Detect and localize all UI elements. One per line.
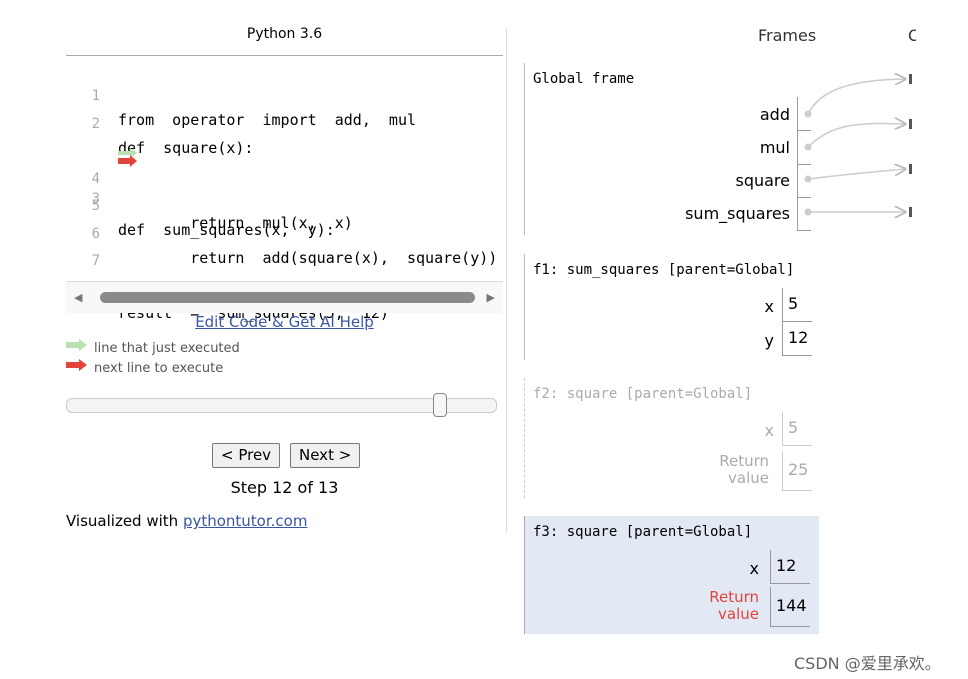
pythontutor-link[interactable]: pythontutor.com [183,512,308,530]
frame-title: f2: square [parent=Global] [533,386,753,402]
global-frame: Global frame add mul square sum_squares [524,63,814,235]
scrollbar-thumb[interactable] [100,292,475,303]
visualized-prefix: Visualized with [66,512,183,530]
code-line: 4 [66,143,102,187]
language-title: Python 3.6 [246,26,323,42]
var-pointer-box [797,97,811,131]
var-name: mul [759,138,790,157]
prev-button[interactable]: < Prev [212,443,281,468]
frame-f1: f1: sum_squares [parent=Global] x 5 y 12 [524,254,814,360]
watermark: CSDN @爱里承欢。 [794,654,941,673]
executed-arrow-icon [66,339,87,351]
objects-header: Objects [908,26,916,45]
return-label-line: Return [709,588,759,606]
code-top-border [66,55,503,56]
var-pointer-box [797,131,811,165]
code-line: 8 result = sum_squares(5, 12) [66,253,389,322]
return-label-line: Return [719,452,769,470]
return-label: Return value [705,453,769,487]
return-value: 25 [782,451,812,491]
scroll-right-icon[interactable]: ▶ [487,291,495,304]
var-name: add [759,105,790,124]
pointer-arrow-square [807,169,905,180]
code-line: 1 from operator import add, mul [66,60,416,129]
frame-title: f1: sum_squares [parent=Global] [533,262,795,278]
scroll-left-icon[interactable]: ◀ [74,291,82,304]
var-value: 12 [770,550,810,584]
code-listing: 1 from operator import add, mul 2 def sq… [66,58,503,322]
code-line-current: 3 return mul(x, x) [66,115,503,232]
object-stub [909,207,912,217]
code-line: 2 def square(x): [66,88,254,157]
line-text: def square(x): [118,139,254,157]
pane-divider [506,28,507,533]
pointer-arrow-mul [807,123,905,148]
legend-executed-label: line that just executed [94,341,240,356]
horizontal-scrollbar[interactable]: ◀ ▶ [66,281,503,313]
return-label-line: value [718,605,759,623]
frame-title: Global frame [533,71,635,87]
code-line: 6 return add(square(x), square(y)) [66,198,498,267]
object-stub [909,119,912,129]
visualized-with: Visualized with pythontutor.com [66,512,307,530]
var-name: sum_squares [685,204,790,223]
var-value: 5 [782,288,812,322]
step-counter: Step 12 of 13 [230,478,339,497]
var-pointer-box [797,197,811,231]
line-text: return add(square(x), square(y)) [118,249,498,267]
edit-code-link[interactable]: Edit Code & Get AI Help [66,313,503,331]
var-name: x [764,421,774,440]
frame-f3: f3: square [parent=Global] x 12 Return v… [524,516,819,634]
var-value: 12 [782,322,812,356]
var-name: x [749,559,759,578]
code-line: 7 [66,225,102,269]
line-text: def sum_squares(x, y): [118,221,335,239]
code-line: 5 def sum_squares(x, y): [66,170,335,239]
return-value: 144 [770,587,810,627]
object-stub [909,74,912,84]
pointer-arrow-add [807,79,905,115]
object-stub [909,164,912,174]
legend-next-label: next line to execute [94,361,224,376]
next-arrow-icon [66,359,87,371]
var-name: y [764,331,774,350]
var-pointer-box [797,164,811,198]
next-button[interactable]: Next > [290,443,361,468]
return-label-line: value [728,469,769,487]
slider-handle[interactable] [433,393,447,417]
frame-f2: f2: square [parent=Global] x 5 Return va… [524,378,814,498]
return-label: Return value [695,589,759,623]
var-name: square [735,171,790,190]
frames-header: Frames [758,26,817,45]
var-value: 5 [782,412,812,446]
step-slider[interactable] [66,393,497,417]
frame-title: f3: square [parent=Global] [533,524,753,540]
var-name: x [764,297,774,316]
